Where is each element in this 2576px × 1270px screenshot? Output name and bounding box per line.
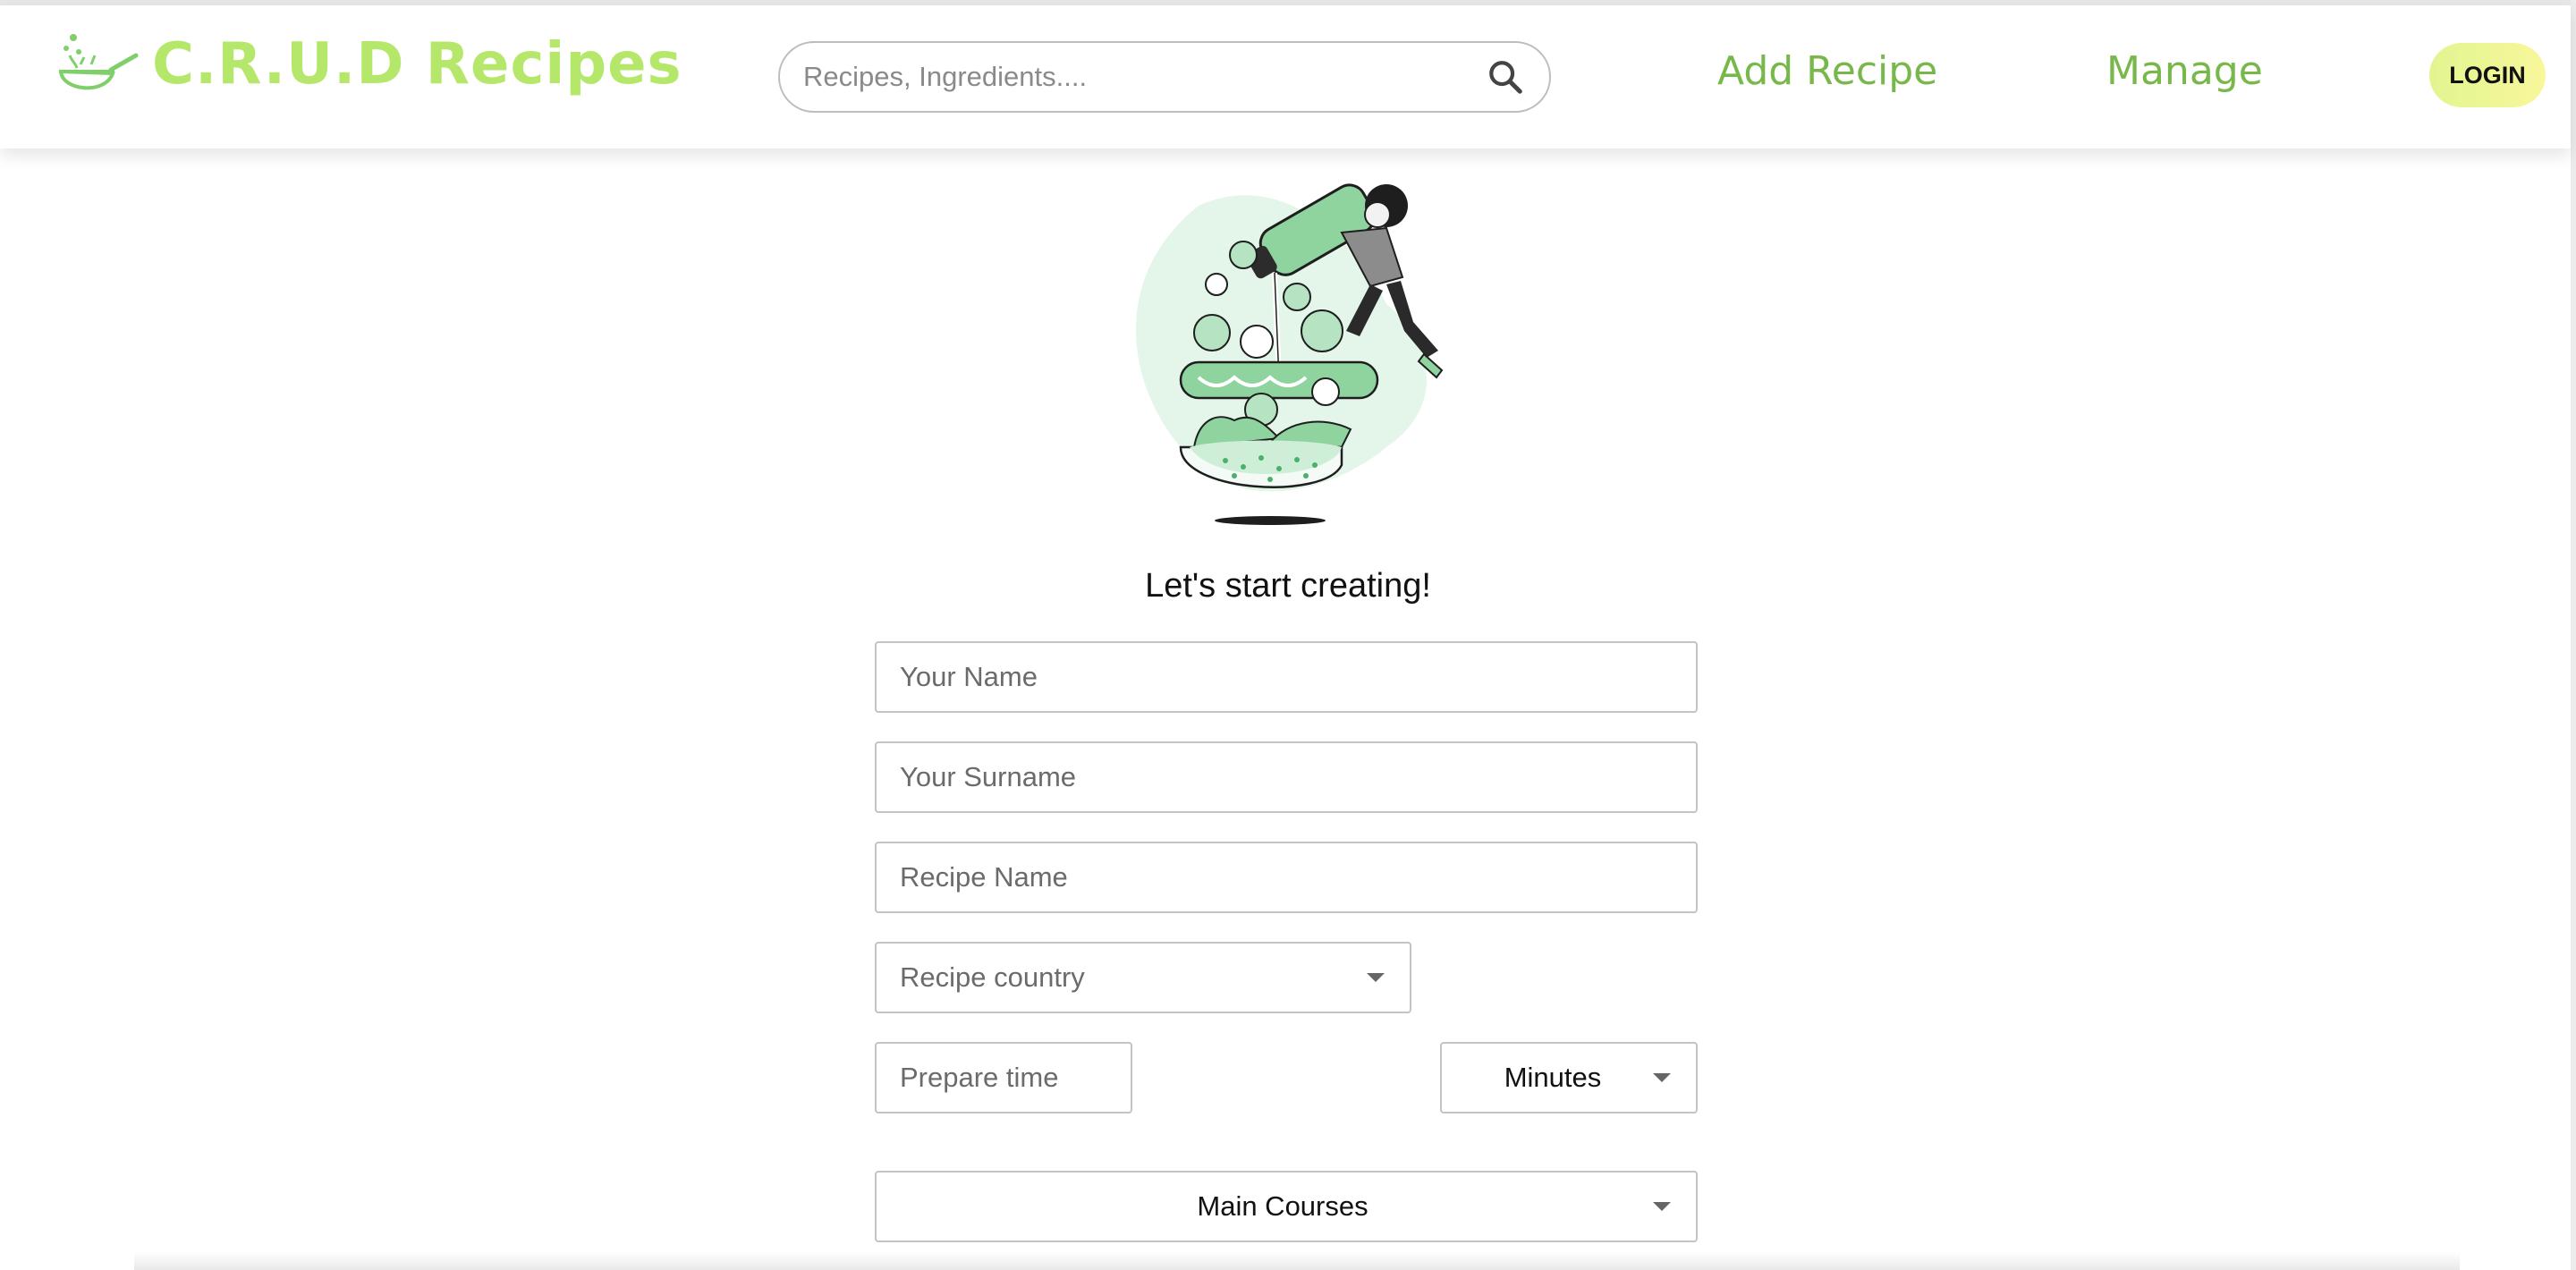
category-select[interactable]: Main Courses — [875, 1171, 1698, 1242]
name-field — [875, 641, 1698, 713]
nav-add-recipe[interactable]: Add Recipe — [1717, 48, 1937, 94]
nav-manage[interactable]: Manage — [2106, 48, 2263, 94]
time-unit-value: Minutes — [1504, 1062, 1602, 1093]
search-icon[interactable] — [1485, 56, 1526, 97]
salad-illustration — [1136, 183, 1444, 525]
caret-down-icon — [1367, 973, 1385, 982]
recipe-name-field — [875, 842, 1698, 913]
category-value: Main Courses — [1197, 1190, 1368, 1222]
search-bar — [778, 41, 1551, 113]
recipe-country-placeholder: Recipe country — [900, 961, 1085, 993]
search-input[interactable] — [803, 61, 1485, 93]
login-button[interactable]: LOGIN — [2429, 43, 2546, 107]
footer-shadow — [134, 1252, 2460, 1270]
caret-down-icon — [1653, 1202, 1671, 1211]
caret-down-icon — [1653, 1073, 1671, 1082]
surname-input[interactable] — [900, 761, 1673, 793]
brand-name: C.R.U.D Recipes — [152, 31, 682, 97]
prepare-time-input[interactable] — [900, 1062, 1107, 1094]
recipe-name-input[interactable] — [900, 861, 1673, 893]
window-edge — [2571, 0, 2576, 1270]
site-header: C.R.U.D Recipes Add Recipe Manage LOGIN — [0, 5, 2571, 148]
time-unit-select[interactable]: Minutes — [1440, 1042, 1698, 1113]
recipe-country-select[interactable]: Recipe country — [875, 942, 1411, 1013]
surname-field — [875, 741, 1698, 813]
name-input[interactable] — [900, 661, 1673, 693]
prepare-time-field — [875, 1042, 1132, 1113]
wok-with-spatula-icon — [58, 34, 139, 90]
brand[interactable]: C.R.U.D Recipes — [54, 29, 682, 100]
page-heading: Let's start creating! — [1145, 567, 1431, 605]
